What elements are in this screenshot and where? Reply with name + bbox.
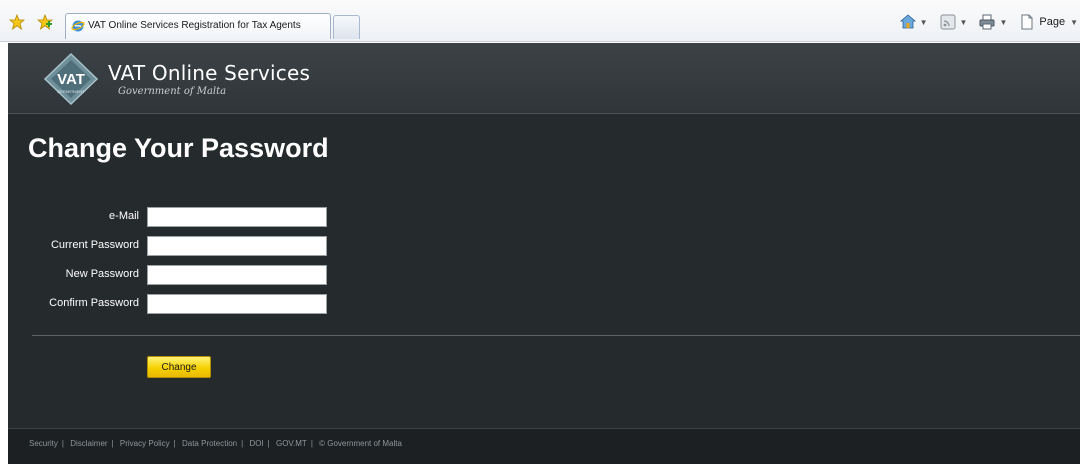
new-password-field[interactable] [147, 265, 327, 285]
divider [32, 335, 1080, 336]
email-label: e-Mail [109, 210, 139, 222]
site-page: VAT DEPARTMENT VAT Online Services Gover… [8, 43, 1080, 464]
email-field[interactable] [147, 207, 327, 227]
ie-page-icon [71, 20, 85, 32]
page-menu-label[interactable]: Page [1039, 16, 1065, 28]
footer-link-gov-mt[interactable]: GOV.MT [276, 439, 307, 448]
chevron-down-icon[interactable]: ▼ [1070, 18, 1078, 27]
current-password-row: Current Password [8, 236, 338, 256]
logo-text: VAT [57, 71, 85, 88]
command-bar: ▼ ▼ ▼ Page ▼ [899, 12, 1080, 32]
chevron-down-icon[interactable]: ▼ [960, 18, 968, 27]
current-password-field[interactable] [147, 236, 327, 256]
footer-link-privacy-policy[interactable]: Privacy Policy [120, 439, 170, 448]
feeds-icon[interactable] [939, 13, 957, 31]
confirm-password-row: Confirm Password [8, 294, 338, 314]
print-icon[interactable] [978, 13, 996, 31]
site-subtitle: Government of Malta [118, 86, 227, 97]
change-button[interactable]: Change [147, 356, 211, 378]
logo-subtext: DEPARTMENT [57, 89, 85, 94]
browser-tab-title: VAT Online Services Registration for Tax… [88, 20, 301, 31]
footer-link-doi[interactable]: DOI [249, 439, 263, 448]
confirm-password-label: Confirm Password [49, 297, 139, 309]
favorites-star-icon[interactable] [9, 14, 25, 30]
chevron-down-icon[interactable]: ▼ [920, 18, 928, 27]
footer-link-data-protection[interactable]: Data Protection [182, 439, 237, 448]
site-header: VAT DEPARTMENT VAT Online Services Gover… [8, 43, 1080, 114]
add-favorites-icon[interactable] [37, 14, 53, 30]
new-tab-button[interactable] [333, 15, 360, 39]
browser-tab[interactable]: VAT Online Services Registration for Tax… [65, 13, 331, 39]
email-row: e-Mail [8, 207, 338, 227]
confirm-password-field[interactable] [147, 294, 327, 314]
current-password-label: Current Password [50, 239, 139, 251]
site-title: VAT Online Services [108, 61, 311, 85]
vat-logo: VAT DEPARTMENT [43, 52, 99, 106]
page-icon[interactable] [1018, 13, 1036, 31]
new-password-row: New Password [8, 265, 338, 285]
footer-link-security[interactable]: Security [29, 439, 58, 448]
browser-toolbar: VAT Online Services Registration for Tax… [0, 0, 1080, 42]
new-password-label: New Password [65, 268, 139, 280]
home-icon[interactable] [899, 13, 917, 31]
footer-copyright: © Government of Malta [319, 439, 402, 448]
footer-links: Security | Disclaimer | Privacy Policy | Da… [29, 439, 402, 448]
site-footer: Security | Disclaimer | Privacy Policy | Da… [8, 428, 1080, 464]
chevron-down-icon[interactable]: ▼ [999, 18, 1007, 27]
page-title: Change Your Password [28, 133, 329, 163]
footer-link-disclaimer[interactable]: Disclaimer [70, 439, 107, 448]
